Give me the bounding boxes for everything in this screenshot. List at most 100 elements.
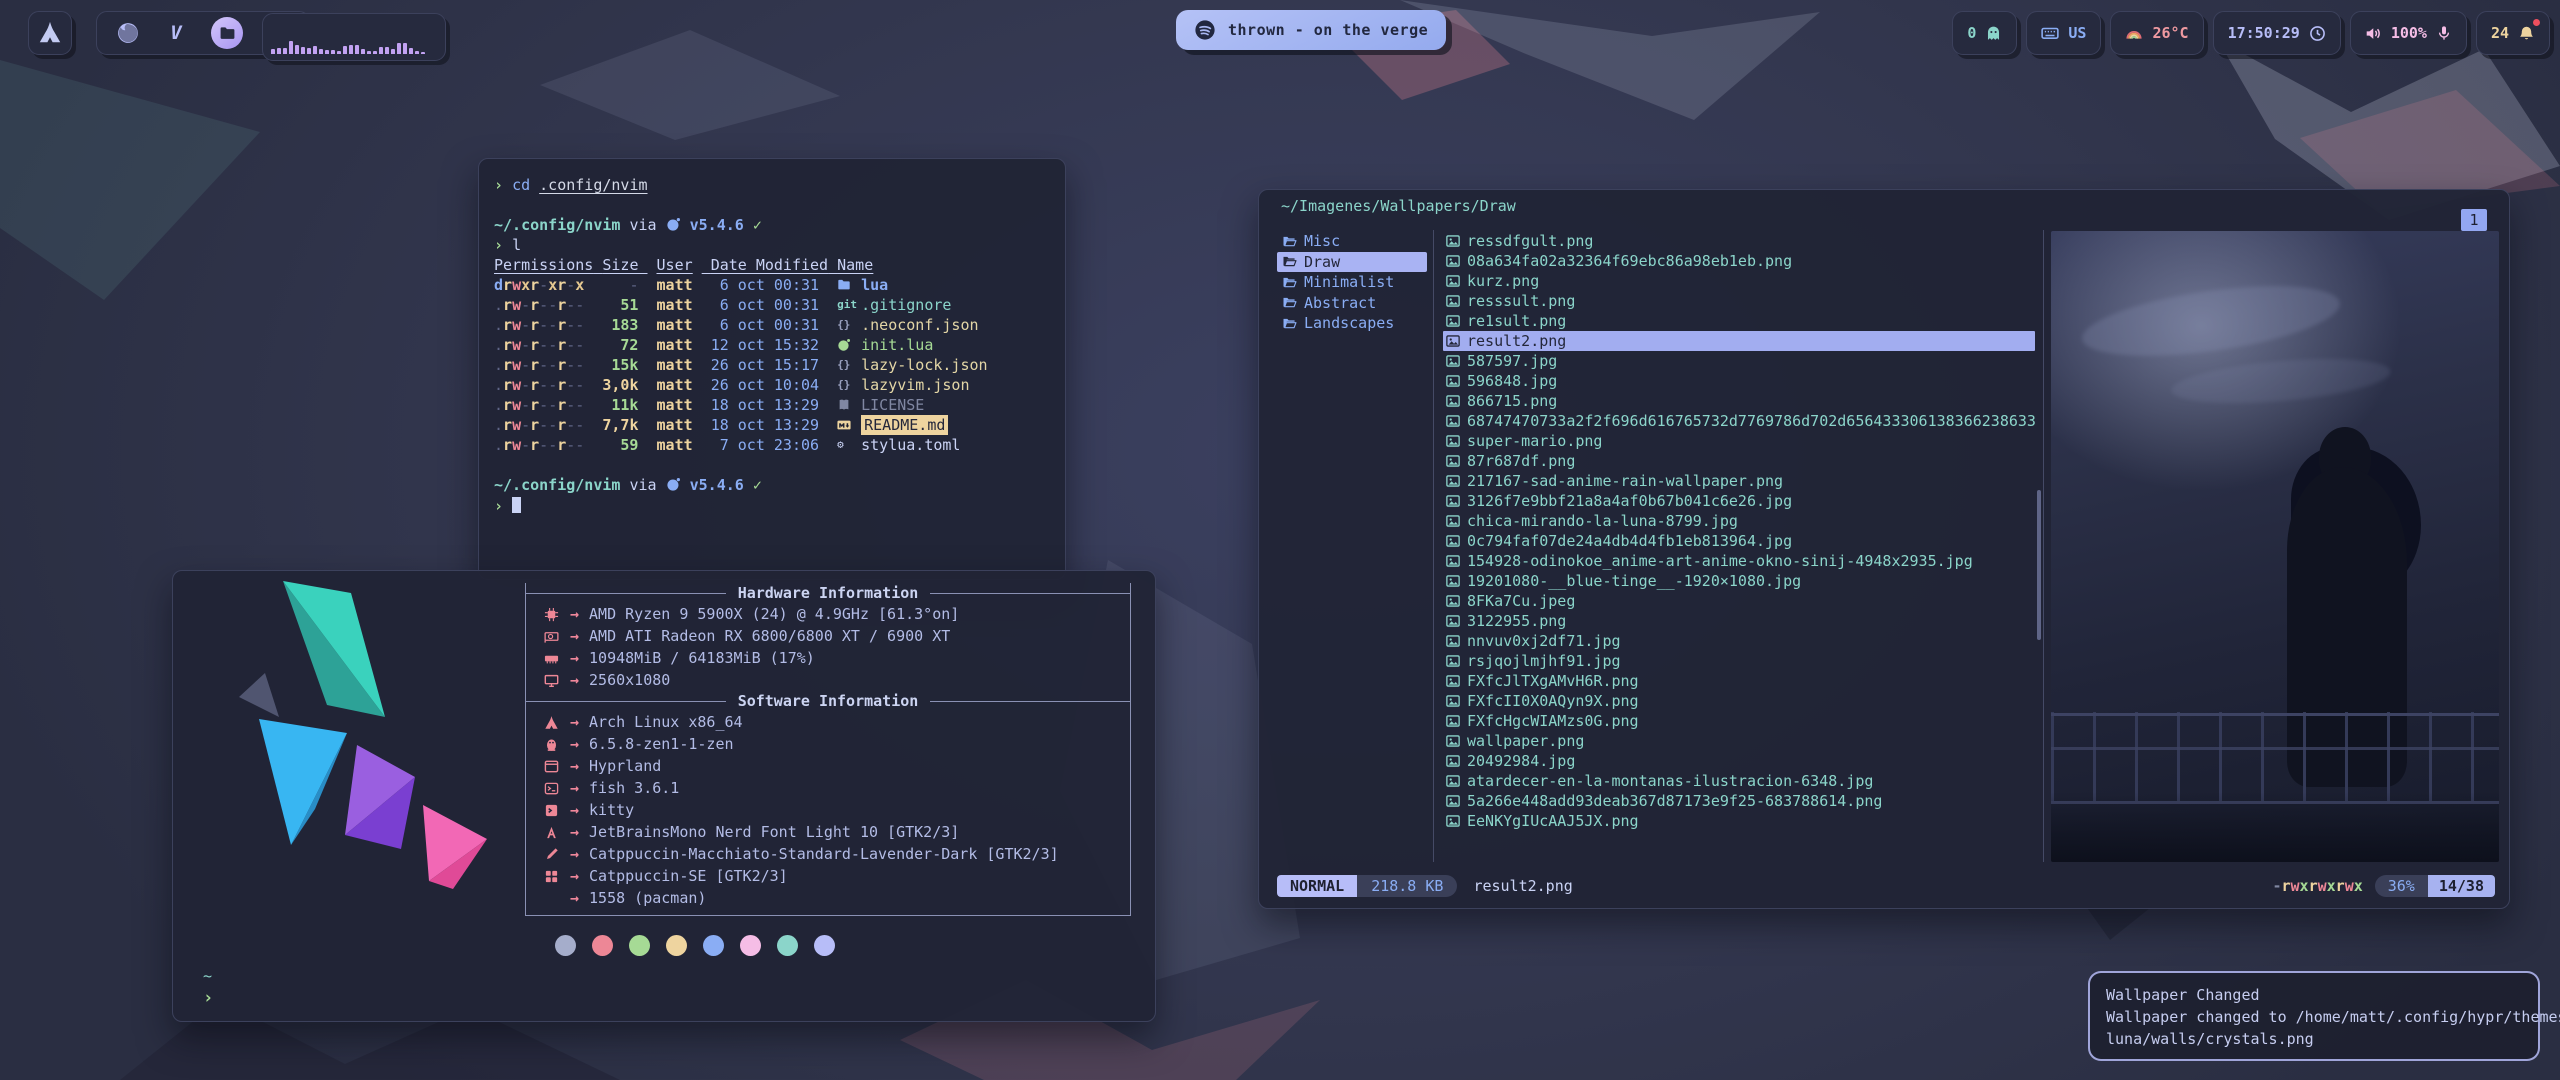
permissions: .rw-r--r-- [494,415,593,435]
file-row[interactable]: 87r687df.png [1443,451,2035,471]
lua-icon [666,217,681,232]
firefox-icon[interactable] [115,20,141,46]
image-file-icon [1446,554,1460,568]
permissions: .rw-r--r-- [494,335,593,355]
app-launcher-button[interactable] [28,11,72,55]
file-manager-window[interactable]: ~/Imagenes/Wallpapers/Draw 1 MiscDrawMin… [1258,189,2510,909]
file-row[interactable]: 08a634fa02a32364f69ebc86a98eb1eb.png [1443,251,2035,271]
folder-name: Abstract [1304,294,1376,312]
railing [2051,713,2499,716]
file-name: 3126f7e9bbf21a8a4af0b67b041c6e26.jpg [1467,492,1792,510]
sidebar-folder-abstract[interactable]: Abstract [1277,293,1427,314]
file-row[interactable]: 587597.jpg [1443,351,2035,371]
arrow-icon: → [570,649,579,667]
arrow-icon: → [570,823,579,841]
moon-icon [837,335,861,355]
workspace-widget[interactable]: 0 [1952,11,2017,55]
image-file-icon [1446,274,1460,288]
image-file-icon [1446,314,1460,328]
file-row[interactable]: 68747470733a2f2f696d616765732d7769786d70… [1443,411,2035,431]
media-player-widget[interactable]: thrown - on the verge [1176,10,1446,50]
file-name: result2.png [1467,332,1566,350]
image-file-icon [1446,654,1460,668]
weather-widget[interactable]: 26°C [2110,11,2203,55]
file-row[interactable]: re1sult.png [1443,311,2035,331]
temperature: 26°C [2152,24,2188,42]
info-value: 6.5.8-zen1-1-zen [589,735,734,753]
file-row[interactable]: rsjqojlmjhf91.jpg [1443,651,2035,671]
visualizer-bar [361,49,365,54]
status-cluster: 0 US 26°C 17:50:29 100% 24 [1952,11,2550,55]
file-row[interactable]: 866715.png [1443,391,2035,411]
notifications-widget[interactable]: 24 [2476,11,2550,55]
file-manager-icon[interactable] [211,17,243,49]
file-row[interactable]: atardecer-en-la-montanas-ilustracion-634… [1443,771,2035,791]
file-name: 19201080-__blue-tinge__-1920×1080.jpg [1467,572,1801,590]
image-file-icon [1446,694,1460,708]
info-value: Catppuccin-Macchiato-Standard-Lavender-D… [589,845,1059,863]
user: matt [657,275,702,295]
arch-icon [542,715,560,730]
file-row[interactable]: EeNKYgIUcAAJ5JX.png [1443,811,2035,831]
file-row[interactable]: chica-mirando-la-luna-8799.jpg [1443,511,2035,531]
file-row[interactable]: result2.png [1443,331,2035,351]
file-row[interactable]: kurz.png [1443,271,2035,291]
sidebar-folder-landscapes[interactable]: Landscapes [1277,313,1427,334]
file-row[interactable]: 3126f7e9bbf21a8a4af0b67b041c6e26.jpg [1443,491,2035,511]
user: matt [657,375,702,395]
sidebar-folder-misc[interactable]: Misc [1277,231,1427,252]
file-name: 8FKa7Cu.jpeg [1467,592,1575,610]
file-row[interactable]: 8FKa7Cu.jpeg [1443,591,2035,611]
folder-icon [1282,295,1297,310]
vim-icon[interactable]: V [163,20,189,46]
file-name: nnvuv0xj2df71.jpg [1467,632,1621,650]
status-bar: NORMAL 218.8 KB result2.png -rwxrwxrwx 3… [1277,873,2495,899]
book-icon [837,395,861,415]
file-row[interactable]: 20492984.jpg [1443,751,2035,771]
file-row[interactable]: ressdfgult.png [1443,231,2035,251]
terminal-icon [542,803,560,818]
notification-toast[interactable]: Wallpaper Changed Wallpaper changed to /… [2088,971,2540,1061]
fastfetch-window[interactable]: Hardware Information →AMD Ryzen 9 5900X … [172,570,1156,1022]
md-icon [837,415,861,435]
fetch-terminal-prompt[interactable]: ~ › [203,965,213,1009]
file-row[interactable]: 154928-odinokoe_anime-art-anime-okno-sin… [1443,551,2035,571]
file-row[interactable]: resssult.png [1443,291,2035,311]
file-row[interactable]: wallpaper.png [1443,731,2035,751]
sidebar-folder-draw[interactable]: Draw [1277,252,1427,273]
file-row[interactable]: nnvuv0xj2df71.jpg [1443,631,2035,651]
listing-row: .rw-r--r-- 72 matt 12 oct 15:32 init.lua [494,335,1050,355]
scrollbar[interactable] [2037,490,2041,640]
file-row[interactable]: FXfcHgcWIAMzs0G.png [1443,711,2035,731]
file-row[interactable]: 19201080-__blue-tinge__-1920×1080.jpg [1443,571,2035,591]
visualizer-bar [355,45,359,54]
file-row[interactable]: super-mario.png [1443,431,2035,451]
sidebar-folder-minimalist[interactable]: Minimalist [1277,272,1427,293]
file-row[interactable]: FXfcJlTXgAMvH6R.png [1443,671,2035,691]
file-row[interactable]: 596848.jpg [1443,371,2035,391]
file-row[interactable]: 3122955.png [1443,611,2035,631]
software-section-title: Software Information [526,691,1130,711]
clock-widget[interactable]: 17:50:29 [2213,11,2341,55]
image-file-icon [1446,254,1460,268]
tab-badge[interactable]: 1 [2461,209,2487,231]
file-row[interactable]: FXfcII0X0AQyn9X.png [1443,691,2035,711]
listing-row: .rw-r--r-- 7,7k matt 18 oct 13:29 README… [494,415,1050,435]
file-name: 866715.png [1467,392,1557,410]
date-modified: 7 oct 23:06 [711,435,828,455]
folder-name: Landscapes [1304,314,1394,332]
volume-widget[interactable]: 100% [2350,11,2467,55]
wallpaper-shard [0,60,260,300]
railing [2051,712,2499,804]
file-row[interactable]: 0c794faf07de24a4db4d4fb1eb813964.jpg [1443,531,2035,551]
mode-indicator: NORMAL [1277,875,1357,897]
file-name: .neoconf.json [861,315,978,335]
keyboard-layout-widget[interactable]: US [2026,11,2101,55]
terminal-prompt[interactable]: › [494,495,1050,516]
palette-dot [666,935,687,956]
software-info-item: →Arch Linux x86_64 [526,711,1130,733]
file-row[interactable]: 5a266e448add93deab367d87173e9f25-6837886… [1443,791,2035,811]
terminal-window[interactable]: › cd .config/nvim ~/.config/nvim via v5.… [478,158,1066,580]
image-file-icon [1446,714,1460,728]
file-row[interactable]: 217167-sad-anime-rain-wallpaper.png [1443,471,2035,491]
